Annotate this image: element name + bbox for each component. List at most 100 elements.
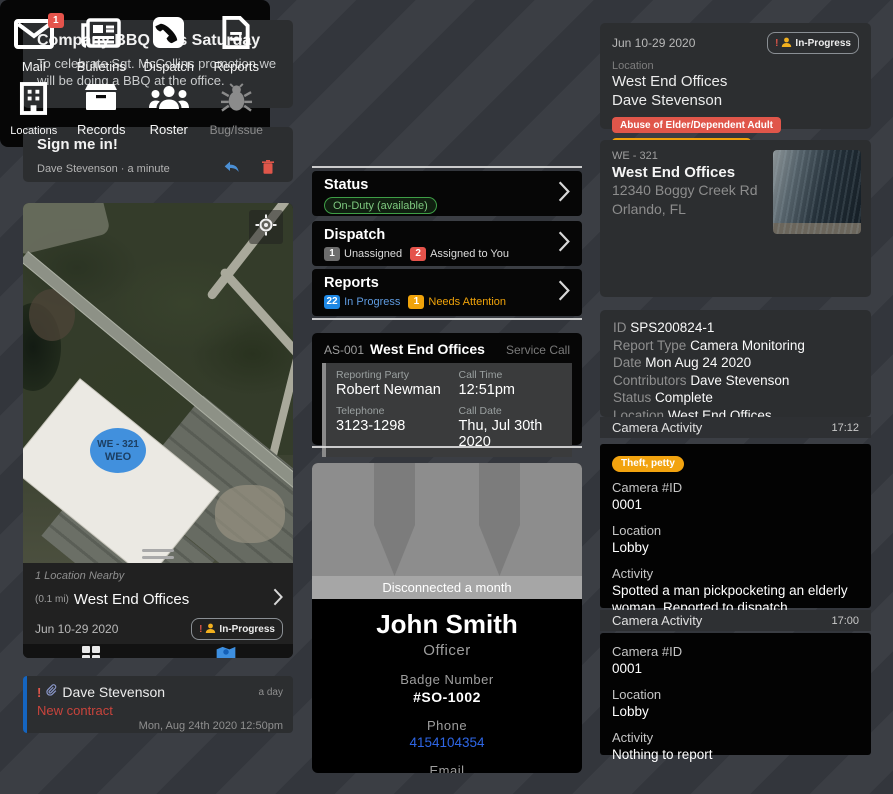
satellite-map[interactable]: WE - 321 WEO (23, 203, 293, 563)
map-icon (215, 646, 237, 659)
report-summary-card[interactable]: ID SPS200824-1 Report Type Camera Monito… (600, 310, 871, 417)
nav-records[interactable]: Records (68, 76, 136, 140)
person-icon (781, 34, 792, 52)
drag-handle[interactable] (142, 549, 174, 563)
bug-icon (220, 83, 253, 118)
offense-tag: Abuse of Elder/Dependent Adult (612, 117, 781, 133)
camera-activity-header: Camera Activity 17:12 (600, 417, 871, 438)
notification-sender: Dave Stevenson (62, 684, 258, 700)
event-person: Dave Stevenson (612, 91, 859, 110)
nav-dispatch[interactable]: Dispatch (135, 12, 203, 76)
activity-time: 17:00 (831, 615, 859, 627)
map-card: WE - 321 WEO 1 Location Nearby (0.1 mi) … (23, 203, 293, 658)
call-location: West End Offices (370, 341, 506, 357)
nearby-event-row[interactable]: Jun 10-29 2020 ! In-Progress (23, 616, 293, 644)
site-photo (773, 150, 861, 234)
nearby-name: West End Offices (74, 591, 273, 608)
camera-location: Lobby (612, 539, 859, 556)
map-terrain (215, 485, 285, 543)
camera-id: 0001 (612, 496, 859, 513)
reply-icon (224, 160, 240, 178)
phone-link[interactable]: 4154104354 (312, 735, 582, 750)
report-date: Mon Aug 24 2020 (645, 355, 751, 370)
assigned-count-badge: 2 (410, 247, 426, 261)
signin-meta: Dave Stevenson · a minute (37, 163, 221, 175)
location-marker[interactable]: WE - 321 WEO (90, 428, 146, 473)
event-date: Jun 10-29 2020 (35, 622, 191, 636)
alert-exclamation: ! (199, 624, 202, 635)
nav-mail[interactable]: 1 Mail (0, 12, 68, 76)
event-card[interactable]: Jun 10-29 2020 ! In-Progress Location We… (600, 23, 871, 129)
dispatch-row[interactable]: Dispatch 1 Unassigned 2 Assigned to You (312, 221, 582, 266)
camera-activity-text: Nothing to report (612, 746, 859, 763)
service-call-card[interactable]: AS-001 West End Offices Service Call Rep… (312, 333, 582, 445)
camera-id: 0001 (612, 660, 859, 677)
mail-count-badge: 1 (48, 13, 64, 28)
notification-timestamp: Mon, Aug 24th 2020 12:50pm (37, 720, 283, 732)
in-progress-badge: ! In-Progress (191, 618, 283, 640)
chevron-right-icon (558, 279, 570, 306)
divider (312, 318, 582, 320)
bulletins-icon (81, 18, 121, 54)
nav-bug-issue[interactable]: Bug/Issue (203, 76, 271, 140)
camera-activity-header: Camera Activity 17:00 (600, 610, 871, 631)
nav-locations[interactable]: Locations (0, 76, 68, 140)
nav-reports[interactable]: Reports (203, 12, 271, 76)
people-icon (149, 84, 189, 117)
camera-activity-entry[interactable]: Theft, petty Camera #ID 0001 Location Lo… (600, 444, 871, 608)
duty-status-badge: On-Duty (available) (324, 197, 437, 214)
nearby-distance: (0.1 mi) (35, 594, 69, 605)
officer-role: Officer (312, 642, 582, 659)
building-icon (19, 82, 48, 120)
nearby-count-label: 1 Location Nearby (35, 570, 281, 582)
report-id: SPS200824-1 (630, 320, 714, 335)
nearby-location-row[interactable]: (0.1 mi) West End Offices (23, 585, 293, 616)
event-date: Jun 10-29 2020 (612, 36, 767, 50)
notification-message: New contract (37, 703, 283, 718)
reply-button[interactable] (221, 161, 243, 177)
tab-dashboard[interactable]: DASHBOARD (23, 645, 158, 658)
delete-button[interactable] (257, 161, 279, 177)
badge-number: #SO-1002 (312, 689, 582, 705)
officer-name: John Smith (312, 609, 582, 640)
call-type: Service Call (506, 343, 570, 357)
chevron-right-icon (558, 180, 570, 207)
paperclip-icon (45, 683, 57, 701)
in-progress-count-badge: 22 (324, 295, 340, 309)
archive-box-icon (83, 82, 119, 117)
notification-card[interactable]: ! Dave Stevenson a day New contract Mon,… (23, 676, 293, 733)
alert-exclamation: ! (775, 38, 778, 49)
trash-icon (262, 160, 274, 179)
locate-button[interactable] (249, 210, 283, 244)
person-icon (205, 620, 216, 638)
connection-status-banner: Disconnected a month (312, 576, 582, 599)
nav-bulletins[interactable]: Bulletins (68, 12, 136, 76)
officer-profile-card: Disconnected a month John Smith Officer … (312, 463, 582, 773)
nav-roster[interactable]: Roster (135, 76, 203, 140)
tab-map[interactable]: MAP (158, 646, 293, 659)
alert-exclamation: ! (37, 685, 41, 700)
document-icon (222, 16, 250, 54)
camera-activity-entry[interactable]: Camera #ID 0001 Location Lobby Activity … (600, 633, 871, 755)
chevron-right-icon (273, 588, 283, 611)
map-clearing (23, 203, 111, 256)
app-nav-grid: 1 Mail Bulletins Dispatch Reports Locati… (0, 0, 270, 147)
avatar (312, 463, 582, 576)
status-row[interactable]: Status On-Duty (available) (312, 171, 582, 216)
attention-count-badge: 1 (408, 295, 424, 309)
divider (312, 446, 582, 448)
divider (312, 166, 582, 168)
call-id: AS-001 (324, 343, 364, 357)
unassigned-count-badge: 1 (324, 247, 340, 261)
report-type: Camera Monitoring (690, 338, 805, 353)
report-contributors: Dave Stevenson (690, 373, 789, 388)
reports-row[interactable]: Reports 22 In Progress 1 Needs Attention (312, 269, 582, 316)
report-status: Complete (655, 390, 713, 405)
offense-tag: Theft, petty (612, 456, 684, 472)
dashboard-grid-icon (81, 645, 101, 658)
crosshair-icon (255, 214, 277, 241)
marker-code: WE - 321 (97, 439, 139, 451)
marker-abbr: WEO (105, 451, 131, 463)
chevron-right-icon (558, 230, 570, 257)
site-card: WE - 321 West End Offices 12340 Boggy Cr… (600, 140, 871, 297)
